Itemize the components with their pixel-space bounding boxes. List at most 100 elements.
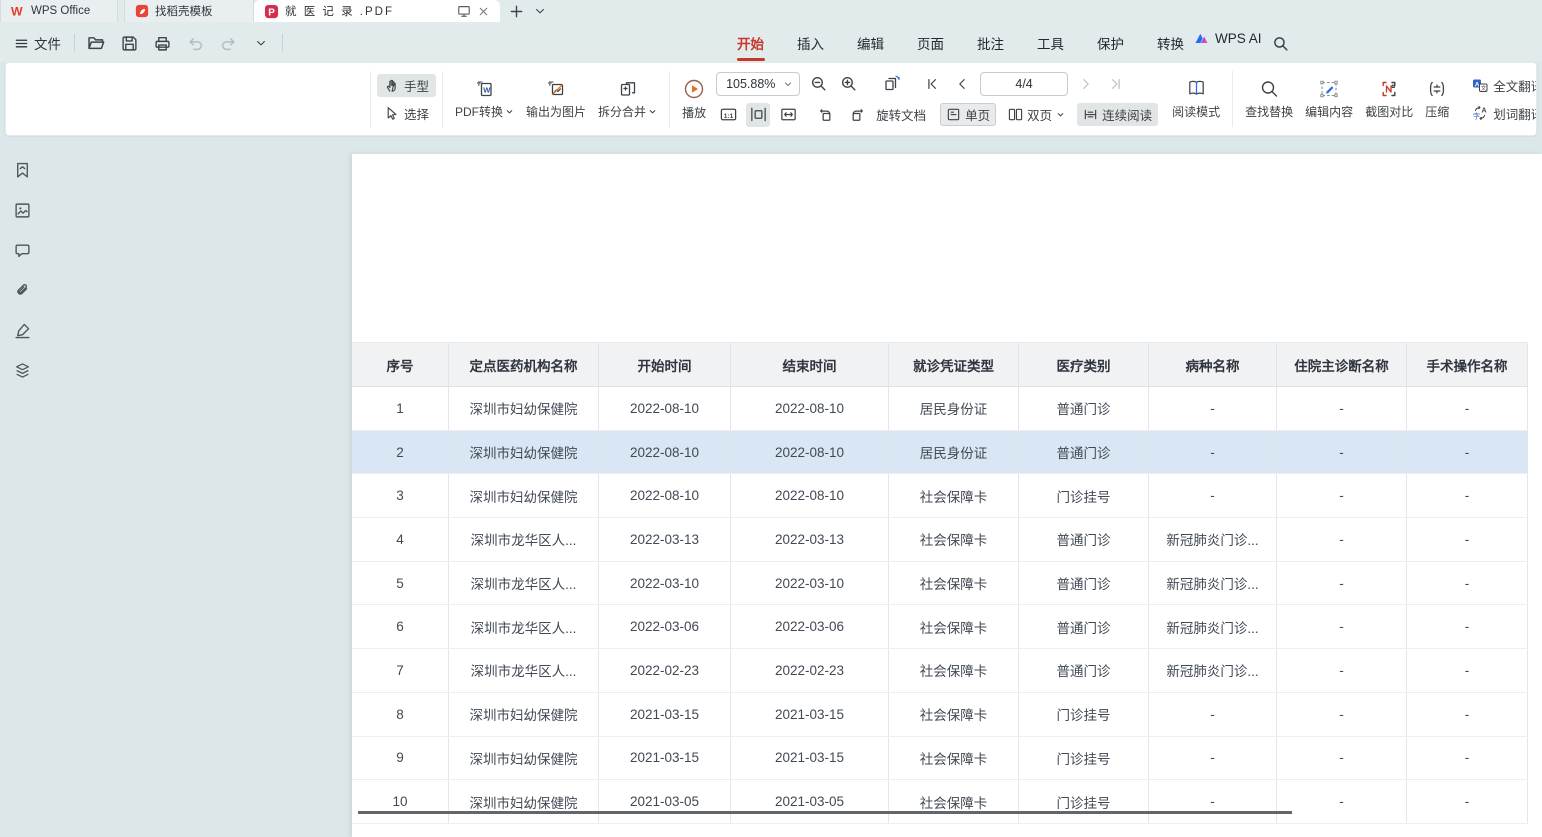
replace-pages-icon[interactable]	[880, 72, 904, 96]
single-page-button[interactable]: 单页	[940, 103, 996, 126]
table-cell: 新冠肺炎门诊...	[1149, 649, 1277, 692]
zoom-out-icon[interactable]	[806, 72, 830, 96]
left-panel-icons	[13, 161, 31, 379]
table-cell: -	[1149, 474, 1277, 517]
double-page-button[interactable]: 双页	[1002, 103, 1071, 126]
tab-label: 找稻壳模板	[155, 3, 213, 19]
export-image-button[interactable]: 输出为图片	[520, 75, 592, 124]
table-cell: 社会保障卡	[889, 562, 1019, 605]
open-file-icon[interactable]	[84, 31, 108, 55]
page-indicator-value: 4/4	[1015, 77, 1032, 91]
table-cell: 2022-08-10	[599, 474, 731, 517]
edit-content-button[interactable]: 编辑内容	[1299, 75, 1359, 124]
select-tool-button[interactable]: 选择	[377, 102, 436, 125]
previous-page-icon[interactable]	[950, 72, 974, 96]
word-translate-button[interactable]: 字A 划词翻译	[1465, 102, 1537, 125]
find-replace-button[interactable]: 查找替换	[1239, 75, 1299, 124]
pdf-page: 序号定点医药机构名称开始时间结束时间就诊凭证类型医疗类别病种名称住院主诊断名称手…	[352, 154, 1542, 837]
table-cell: -	[1277, 693, 1407, 736]
actual-size-icon[interactable]: 1:1	[716, 103, 740, 127]
bookmark-icon[interactable]	[13, 161, 31, 179]
read-mode-button[interactable]: 阅读模式	[1166, 74, 1226, 124]
table-cell: 8	[352, 693, 449, 736]
search-icon[interactable]	[1268, 31, 1292, 55]
tab-list-chevron-icon[interactable]	[530, 1, 550, 21]
fit-page-icon[interactable]	[776, 103, 800, 127]
table-cell: 4	[352, 518, 449, 561]
tab-docer-templates[interactable]: 找稻壳模板	[124, 0, 254, 22]
split-merge-icon	[618, 79, 638, 99]
first-page-icon[interactable]	[920, 72, 944, 96]
table-cell: -	[1149, 431, 1277, 474]
pdf-convert-button[interactable]: W PDF转换	[449, 75, 520, 124]
hand-tool-button[interactable]: 手型	[377, 74, 436, 97]
tab-wps-office[interactable]: W WPS Office	[0, 0, 118, 22]
screenshot-compare-button[interactable]: 截图对比	[1359, 75, 1419, 124]
file-menu-button[interactable]: 文件	[10, 30, 65, 56]
tab-document-active[interactable]: P 就 医 记 录 .PDF	[254, 0, 500, 22]
split-merge-button[interactable]: 拆分合并	[592, 75, 663, 124]
menu-annotate[interactable]: 批注	[975, 30, 1006, 56]
fit-width-icon[interactable]	[746, 103, 770, 127]
table-cell: 2021-03-15	[731, 737, 889, 780]
layers-icon[interactable]	[13, 361, 31, 379]
table-row: 7深圳市龙华区人...2022-02-232022-02-23社会保障卡普通门诊…	[352, 649, 1528, 693]
quick-access-chevron-icon[interactable]	[249, 31, 273, 55]
table-cell: 深圳市妇幼保健院	[449, 737, 599, 780]
page-indicator-field[interactable]: 4/4	[980, 72, 1068, 96]
table-cell: -	[1407, 474, 1528, 517]
table-row: 6深圳市龙华区人...2022-03-062022-03-06社会保障卡普通门诊…	[352, 605, 1528, 649]
undo-icon[interactable]	[183, 31, 207, 55]
find-replace-label: 查找替换	[1245, 103, 1293, 120]
close-tab-icon[interactable]	[477, 5, 490, 18]
screenshot-compare-label: 截图对比	[1365, 103, 1413, 120]
table-cell: 社会保障卡	[889, 693, 1019, 736]
zoom-level-select[interactable]: 105.88%	[716, 72, 800, 96]
menu-protect[interactable]: 保护	[1095, 30, 1126, 56]
continuous-read-button[interactable]: 连续阅读	[1077, 103, 1158, 126]
attachment-icon[interactable]	[13, 281, 31, 299]
menu-insert[interactable]: 插入	[795, 30, 826, 56]
wps-logo-icon: W	[11, 4, 25, 18]
menu-convert[interactable]: 转换	[1155, 30, 1186, 56]
menu-page[interactable]: 页面	[915, 30, 946, 56]
redo-icon[interactable]	[216, 31, 240, 55]
rotate-doc-label[interactable]: 旋转文档	[874, 105, 928, 124]
menu-tools[interactable]: 工具	[1035, 30, 1066, 56]
tab-label: WPS Office	[31, 5, 90, 17]
titlebar: W WPS Office 找稻壳模板 P 就 医 记 录 .PDF	[0, 0, 1542, 22]
print-icon[interactable]	[150, 31, 174, 55]
table-cell: 2022-03-06	[599, 605, 731, 648]
export-image-label: 输出为图片	[526, 103, 586, 120]
table-cell: 社会保障卡	[889, 518, 1019, 561]
table-cell: 新冠肺炎门诊...	[1149, 605, 1277, 648]
table-cell: 2022-02-23	[731, 649, 889, 692]
wps-ai-button[interactable]: WPS AI	[1194, 30, 1262, 46]
table-cell: 深圳市龙华区人...	[449, 649, 599, 692]
rotate-left-icon[interactable]	[814, 103, 838, 127]
full-translate-button[interactable]: A文 全文翻译	[1465, 74, 1537, 97]
divider	[74, 34, 75, 52]
compress-button[interactable]: 压缩	[1419, 75, 1455, 124]
play-button[interactable]: 播放	[676, 74, 712, 125]
edit-content-label: 编辑内容	[1305, 103, 1353, 120]
table-cell: -	[1149, 693, 1277, 736]
next-page-icon[interactable]	[1074, 72, 1098, 96]
split-merge-label: 拆分合并	[598, 103, 646, 120]
table-cell: 2022-08-10	[599, 387, 731, 430]
table-cell: -	[1407, 780, 1528, 823]
menu-home[interactable]: 开始	[735, 30, 766, 56]
zoom-in-icon[interactable]	[836, 72, 860, 96]
wps-ai-logo-icon	[1194, 30, 1210, 46]
monitor-icon[interactable]	[457, 4, 471, 18]
last-page-icon[interactable]	[1104, 72, 1128, 96]
comment-icon[interactable]	[13, 241, 31, 259]
menu-edit[interactable]: 编辑	[855, 30, 886, 56]
save-icon[interactable]	[117, 31, 141, 55]
table-cell: 普通门诊	[1019, 562, 1149, 605]
thumbnails-icon[interactable]	[13, 201, 31, 219]
rotate-right-icon[interactable]	[844, 103, 868, 127]
new-tab-plus-icon[interactable]	[506, 1, 526, 21]
table-cell: 社会保障卡	[889, 474, 1019, 517]
signature-icon[interactable]	[13, 321, 31, 339]
